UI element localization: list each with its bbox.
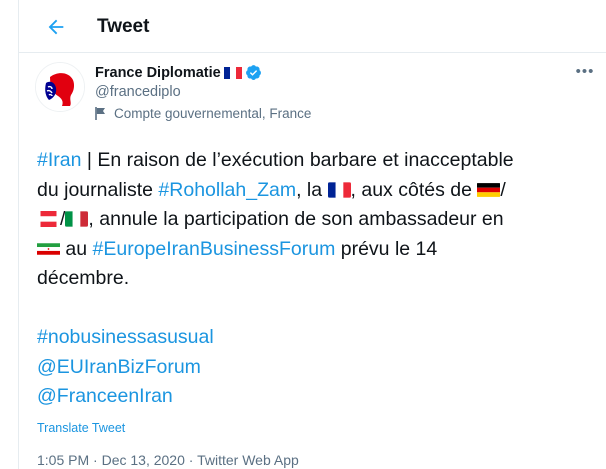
avatar[interactable] [35,62,85,112]
verified-badge-icon [245,65,261,80]
tweet-meta: 1:05 PM · Dec 13, 2020 · Twitter Web App [37,452,299,468]
tweet-text-segment: du journaliste [37,178,159,201]
page-title: Tweet [97,16,150,37]
tweet-text-segment: au [60,237,93,260]
tweet-line [37,294,605,324]
flag-label-icon [95,107,105,120]
tweet-line: #nobusinessasusual [37,323,605,353]
marianne-logo-icon [36,63,84,111]
meta-separator: · [93,452,98,468]
france-flag-icon [327,181,351,198]
italy-flag-icon [65,211,89,227]
austria-flag-icon [37,211,60,227]
hashtag-link[interactable]: #Iran [37,149,81,171]
germany-flag-icon [477,182,501,198]
tweet-text-segment: , annule la participation de son ambassa… [88,208,504,230]
more-options-button[interactable]: ••• [574,62,596,80]
tweet-line: du journaliste #Rohollah_Zam, la , aux c… [37,176,605,206]
tweet-line: décembre. [37,264,605,294]
hashtag-link[interactable]: #EuropeIranBusinessForum [93,238,336,260]
author-handle[interactable]: @francediplo [95,84,181,100]
tweet-text-segment: décembre. [37,267,130,289]
government-label[interactable]: Compte gouvernemental, France [95,106,311,121]
hashtag-link[interactable]: #nobusinessasusual [37,326,214,348]
tweet-text-segment: , aux côtés de [350,178,478,201]
tweet-text-segment: , la [296,178,328,201]
author-display-name[interactable]: France Diplomatie [95,65,221,81]
tweet-time[interactable]: 1:05 PM [37,452,89,468]
page-header: Tweet [19,0,606,53]
meta-separator: · [188,452,194,468]
tweet-text-segment: | En raison de l’exécution barbare et in… [81,149,514,171]
more-dots-icon: ••• [575,62,595,80]
iran-flag-icon [37,241,60,257]
tweet-date[interactable]: Dec 13, 2020 [102,452,185,468]
tweet-source[interactable]: Twitter Web App [197,452,299,468]
tweet-text-segment: prévu le 14 [335,237,438,260]
tweet-line: #Iran | En raison de l’exécution barbare… [37,146,605,176]
tweet-line: @EUIranBizForum [37,353,605,383]
tweet-text: #Iran | En raison de l’exécution barbare… [37,146,605,412]
back-button[interactable] [41,12,71,42]
tweet-line: @FranceenIran [37,382,605,412]
arrow-left-icon [48,19,64,35]
tweet-line: au #EuropeIranBusinessForum prévu le 14 [37,235,605,265]
government-label-text: Compte gouvernemental, France [114,106,312,121]
hashtag-link[interactable]: #Rohollah_Zam [158,179,296,201]
tweet-text-segment: / [500,178,506,201]
author-name-row[interactable]: France Diplomatie [95,64,262,81]
mention-link[interactable]: @EUIranBizForum [37,356,201,378]
mention-link[interactable]: @FranceenIran [37,385,173,407]
tweet-page: Tweet France Diplomatie @francediplo ••• [18,0,606,469]
translate-tweet-link[interactable]: Translate Tweet [37,421,125,435]
tweet-line: /, annule la participation de son ambass… [37,205,605,235]
france-flag-icon [223,66,242,79]
